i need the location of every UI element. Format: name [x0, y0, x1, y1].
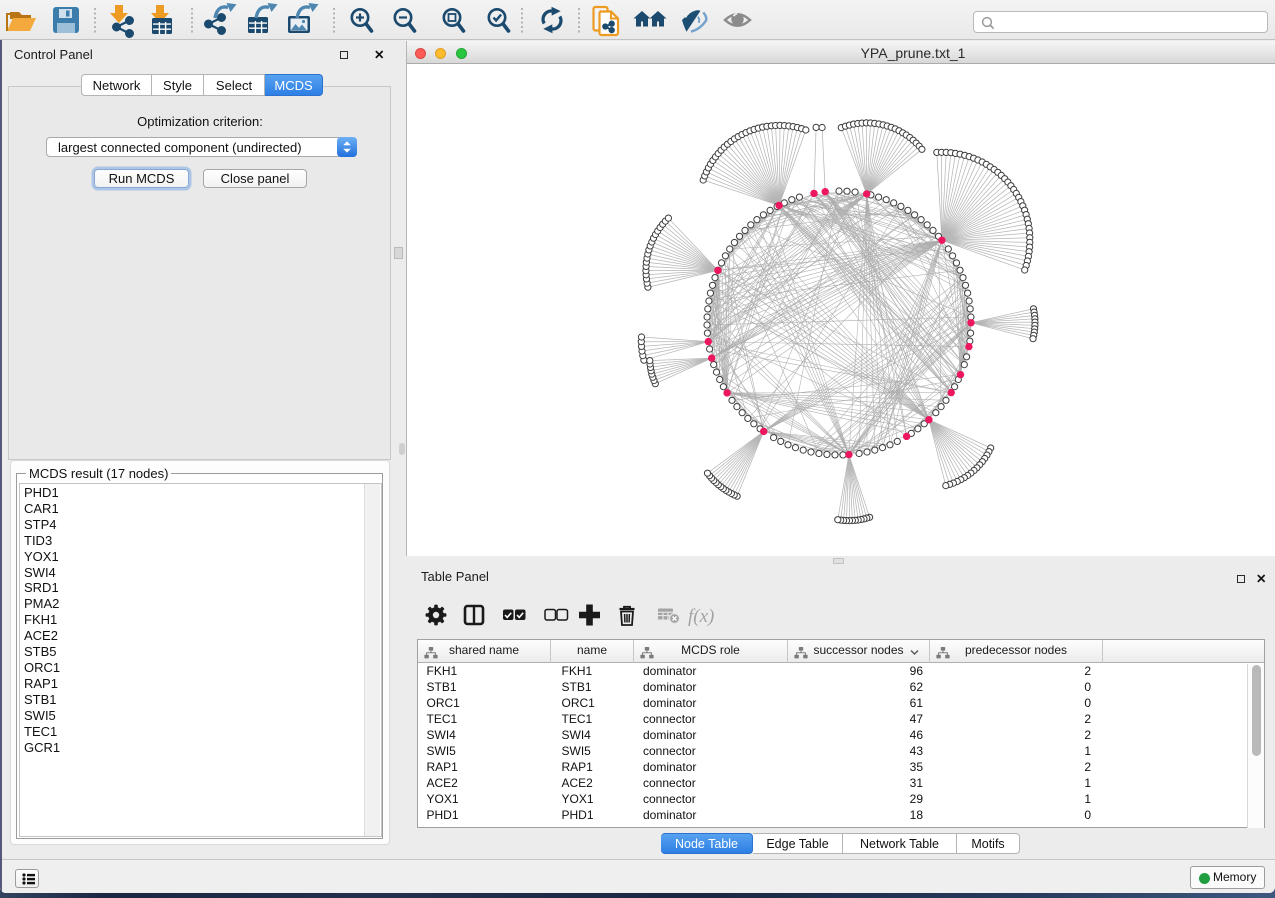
svg-text:f(x): f(x): [688, 606, 714, 627]
